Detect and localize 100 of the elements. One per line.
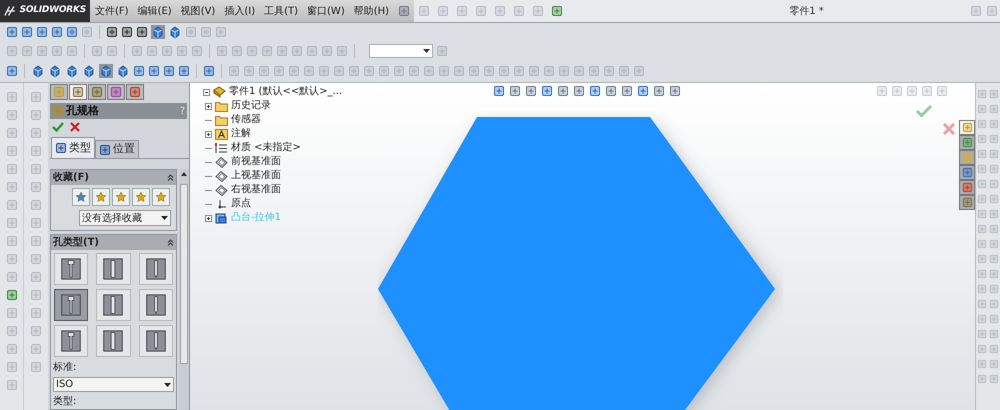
- view-tool-icon[interactable]: [669, 85, 681, 97]
- favorites-dropdown[interactable]: 没有选择收藏: [79, 210, 171, 226]
- tool-icon[interactable]: [121, 26, 133, 38]
- extrude-icon: [215, 212, 228, 224]
- material-icon: [215, 142, 228, 154]
- star-icon: [75, 191, 87, 203]
- view-tool-icon[interactable]: [589, 85, 601, 97]
- tree-item[interactable]: 材质 <未指定>: [231, 141, 301, 155]
- tree-item[interactable]: 传感器: [231, 113, 261, 127]
- standard-dropdown[interactable]: ISO: [53, 377, 174, 392]
- tool-icon[interactable]: [136, 26, 148, 38]
- view-tool-icon[interactable]: [605, 85, 617, 97]
- tree-item[interactable]: 上视基准面: [231, 169, 281, 183]
- scroll-up-icon[interactable]: [181, 172, 187, 176]
- view-tool-icon[interactable]: [509, 85, 521, 97]
- cube-icon[interactable]: [168, 25, 182, 39]
- view-tool-icon[interactable]: [525, 85, 537, 97]
- view-tool-icon[interactable]: [621, 85, 633, 97]
- tree-item[interactable]: 前视基准面: [231, 155, 281, 169]
- menu-item[interactable]: 视图(V): [180, 4, 216, 18]
- hole-type-button[interactable]: [138, 325, 173, 357]
- panel-tab[interactable]: 类型: [51, 137, 95, 158]
- tool-icon[interactable]: [106, 26, 118, 38]
- favorite-button[interactable]: [72, 188, 90, 206]
- part-icon: [213, 86, 226, 98]
- tree-item[interactable]: 历史记录: [231, 99, 271, 113]
- manager-icon[interactable]: [110, 86, 122, 98]
- hole-type-button[interactable]: [96, 325, 131, 357]
- star-icon: [155, 191, 167, 203]
- star-icon: [135, 191, 147, 203]
- manager-icon[interactable]: [72, 86, 84, 98]
- menu-item[interactable]: 窗口(W): [307, 4, 345, 18]
- dropdown-field[interactable]: [369, 44, 433, 58]
- caret-icon: [161, 216, 168, 220]
- favorite-button[interactable]: [92, 188, 110, 206]
- hole-wizard-icon[interactable]: [52, 105, 64, 117]
- cube-icon[interactable]: [151, 25, 165, 39]
- annotation-icon: [215, 128, 228, 140]
- window-title: 零件1 *: [789, 4, 824, 18]
- pin-icon[interactable]: [398, 5, 410, 17]
- hole-type-button[interactable]: [138, 253, 173, 285]
- panel-tab[interactable]: 位置: [95, 140, 139, 158]
- logo-text: SOLIDWORKS: [20, 4, 86, 18]
- hole-type-button[interactable]: [138, 289, 173, 321]
- scrollbar[interactable]: [179, 169, 189, 410]
- expand-icon[interactable]: [205, 214, 212, 222]
- cube-icon[interactable]: [65, 64, 79, 78]
- plane-icon: [215, 184, 228, 196]
- favorite-button[interactable]: [112, 188, 130, 206]
- hole-type-button[interactable]: [96, 289, 131, 321]
- caret-icon: [164, 382, 171, 386]
- menu-item[interactable]: 文件(F): [95, 4, 129, 18]
- collapse-icon[interactable]: [167, 174, 174, 181]
- type-icon[interactable]: [55, 142, 67, 154]
- manager-tab[interactable]: [107, 84, 125, 100]
- check-icon[interactable]: [52, 122, 64, 132]
- view-tool-icon[interactable]: [573, 85, 585, 97]
- expand-icon[interactable]: [203, 88, 210, 96]
- tree-item[interactable]: 注解: [231, 127, 251, 141]
- manager-tab[interactable]: [88, 84, 106, 100]
- logo-icon: [4, 5, 17, 17]
- hole-type-button[interactable]: [54, 253, 88, 285]
- manager-tab[interactable]: [69, 84, 87, 100]
- view-tool-icon[interactable]: [541, 85, 553, 97]
- hole-type-button[interactable]: [54, 325, 88, 357]
- view-tool-icon[interactable]: [653, 85, 665, 97]
- cube-icon[interactable]: [99, 64, 113, 78]
- menu-item[interactable]: 帮助(H): [354, 4, 390, 18]
- hole-type-button[interactable]: [54, 289, 88, 321]
- folder-icon: [215, 114, 228, 126]
- tree-root[interactable]: 零件1 (默认<<默认>_...: [229, 85, 342, 99]
- view-tool-icon[interactable]: [637, 85, 649, 97]
- tree-item[interactable]: 原点: [231, 197, 251, 211]
- cube-icon[interactable]: [116, 64, 130, 78]
- manager-tab[interactable]: [126, 84, 144, 100]
- hole-type-button[interactable]: [96, 253, 131, 285]
- cube-icon[interactable]: [48, 64, 62, 78]
- view-tool-icon[interactable]: [557, 85, 569, 97]
- position-icon[interactable]: [99, 144, 111, 156]
- scroll-thumb[interactable]: [180, 184, 188, 364]
- tree-item[interactable]: 右视基准面: [231, 183, 281, 197]
- favorite-button[interactable]: [132, 188, 150, 206]
- caret-icon: [423, 49, 430, 53]
- cube-icon[interactable]: [82, 64, 96, 78]
- menu-item[interactable]: 编辑(E): [138, 4, 172, 18]
- manager-icon[interactable]: [129, 86, 141, 98]
- cube-icon[interactable]: [31, 64, 45, 78]
- manager-icon[interactable]: [91, 86, 103, 98]
- menu-item[interactable]: 插入(I): [224, 4, 256, 18]
- view-tool-icon[interactable]: [493, 85, 505, 97]
- field-label: 类型:: [53, 394, 78, 409]
- favorite-button[interactable]: [152, 188, 170, 206]
- close-icon[interactable]: [70, 122, 80, 132]
- manager-tab[interactable]: [50, 84, 68, 100]
- expand-icon[interactable]: [205, 130, 212, 138]
- collapse-icon[interactable]: [167, 239, 174, 246]
- expand-icon[interactable]: [205, 102, 212, 110]
- folder-icon: [215, 100, 228, 112]
- menu-item[interactable]: 工具(T): [264, 4, 298, 18]
- group-title: 收藏(F): [53, 170, 90, 185]
